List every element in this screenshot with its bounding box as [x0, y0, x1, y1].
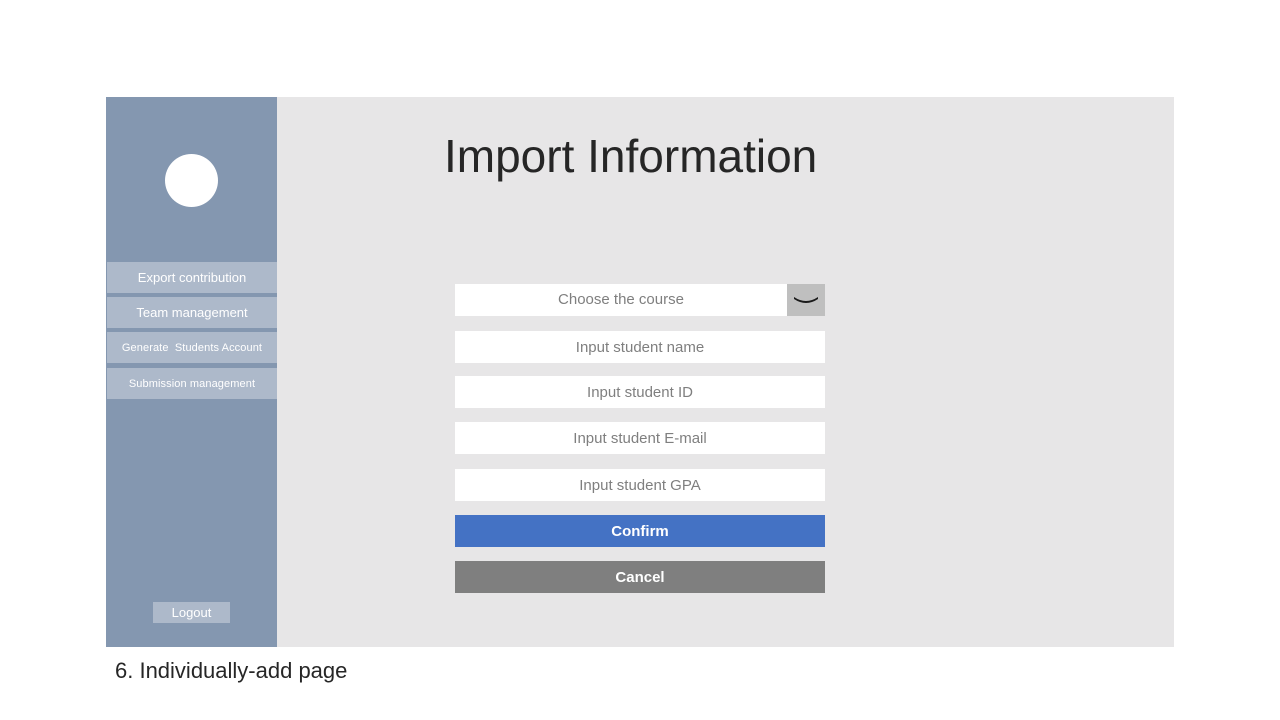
cancel-button[interactable]: Cancel — [455, 561, 825, 593]
course-select[interactable]: Choose the course — [455, 284, 825, 316]
sidebar-item-submission-management[interactable]: Submission management — [107, 368, 277, 399]
app-window: Export contribution Team management Gene… — [106, 97, 1174, 647]
student-name-input[interactable] — [455, 331, 825, 363]
sidebar-item-label: Generate Students Account — [121, 341, 263, 354]
avatar[interactable] — [165, 154, 218, 207]
chevron-down-icon — [794, 297, 818, 303]
student-id-input[interactable] — [455, 376, 825, 408]
sidebar-item-export-contribution[interactable]: Export contribution — [107, 262, 277, 293]
course-select-toggle[interactable] — [787, 284, 825, 316]
course-select-placeholder: Choose the course — [558, 291, 684, 308]
sidebar-item-team-management[interactable]: Team management — [107, 297, 277, 328]
student-email-input[interactable] — [455, 422, 825, 454]
slide-page: Export contribution Team management Gene… — [0, 0, 1280, 720]
confirm-button[interactable]: Confirm — [455, 515, 825, 547]
sidebar-item-generate-students-account[interactable]: Generate Students Account — [107, 332, 277, 363]
sidebar-item-label: Export contribution — [137, 270, 247, 285]
page-caption: 6. Individually-add page — [115, 658, 348, 683]
sidebar-item-label: Team management — [136, 305, 248, 320]
page-title: Import Information — [444, 130, 818, 182]
student-gpa-input[interactable] — [455, 469, 825, 501]
sidebar: Export contribution Team management Gene… — [106, 97, 277, 647]
logout-button[interactable]: Logout — [153, 602, 230, 623]
sidebar-item-label: Submission management — [128, 377, 256, 390]
